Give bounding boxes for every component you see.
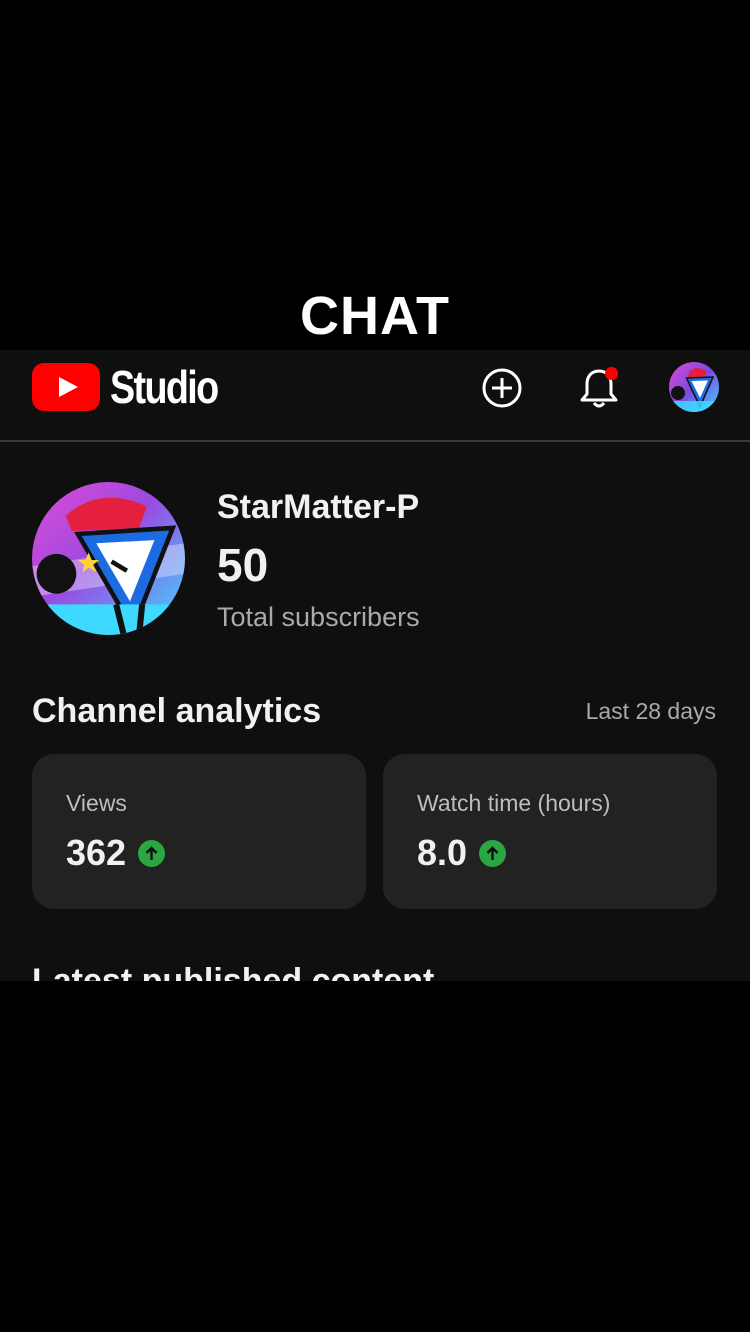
- page: CHAT Studio StarMatter-P 50 Total subscr…: [0, 0, 750, 1332]
- analytics-heading: Channel analytics: [32, 692, 322, 730]
- account-avatar-button[interactable]: [669, 362, 719, 412]
- youtube-play-icon: [32, 363, 100, 411]
- channel-name: StarMatter-P: [217, 488, 420, 526]
- notification-badge: [605, 367, 618, 380]
- subscriber-label: Total subscribers: [217, 602, 420, 632]
- create-button[interactable]: [481, 367, 523, 409]
- trend-up-icon: [138, 839, 166, 867]
- top-bar: Studio: [0, 350, 750, 440]
- latest-content-heading: Latest published content: [32, 962, 435, 981]
- channel-summary: StarMatter-P 50 Total subscribers: [32, 482, 722, 638]
- channel-avatar[interactable]: [32, 482, 185, 635]
- subscriber-count: 50: [217, 539, 269, 591]
- logo-text: Studio: [110, 361, 219, 413]
- trend-up-icon: [479, 839, 507, 867]
- avatar: [669, 362, 719, 412]
- avatar-image: [32, 482, 185, 635]
- notifications-button[interactable]: [578, 365, 620, 411]
- overlay-caption: CHAT: [300, 286, 450, 346]
- views-label: Views: [66, 790, 127, 816]
- analytics-period: Last 28 days: [585, 698, 716, 724]
- header-divider: [0, 440, 750, 442]
- views-card[interactable]: Views 362: [32, 754, 366, 909]
- studio-logo[interactable]: Studio: [32, 363, 241, 411]
- views-value: 362: [66, 832, 127, 873]
- watch-time-value: 8.0: [417, 832, 468, 873]
- add-circle-icon: [482, 368, 522, 408]
- watch-time-label: Watch time (hours): [417, 790, 611, 816]
- studio-app: Studio StarMatter-P 50 Total subscribers…: [0, 350, 750, 981]
- watch-time-card[interactable]: Watch time (hours) 8.0: [383, 754, 717, 909]
